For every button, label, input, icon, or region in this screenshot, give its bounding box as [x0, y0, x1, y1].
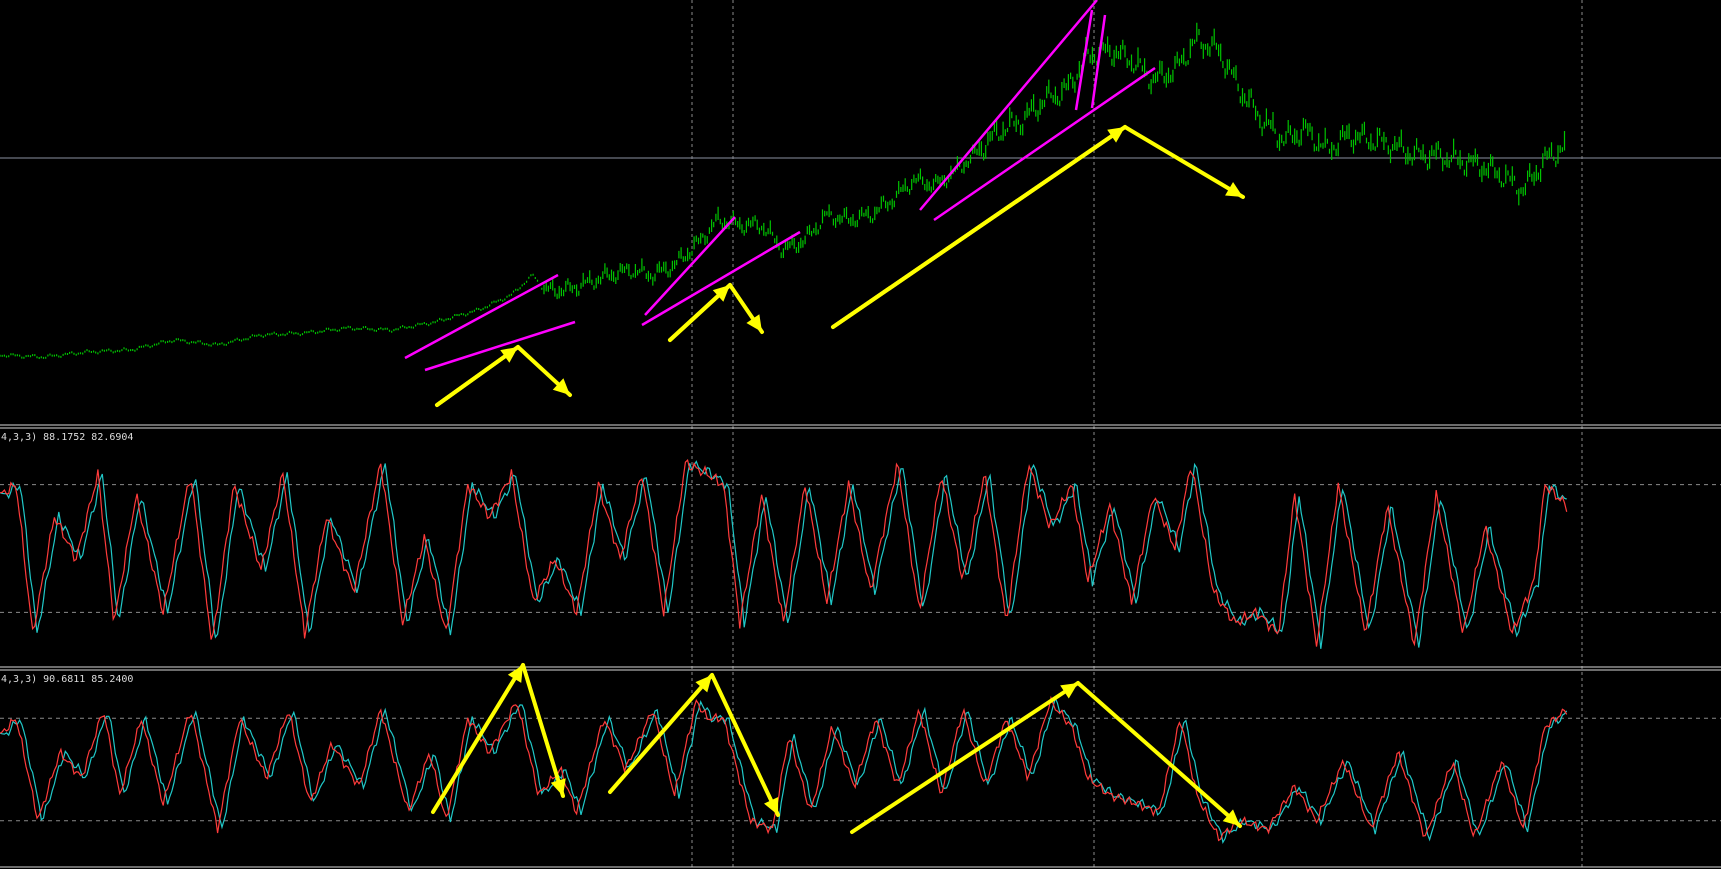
chart-background: [0, 0, 1721, 869]
stochastic-2-label: 4,3,3) 90.6811 85.2400: [1, 674, 133, 685]
stochastic-1-label: 4,3,3) 88.1752 82.6904: [1, 432, 133, 443]
trading-chart: 4,3,3) 88.1752 82.6904 4,3,3) 90.6811 85…: [0, 0, 1721, 869]
